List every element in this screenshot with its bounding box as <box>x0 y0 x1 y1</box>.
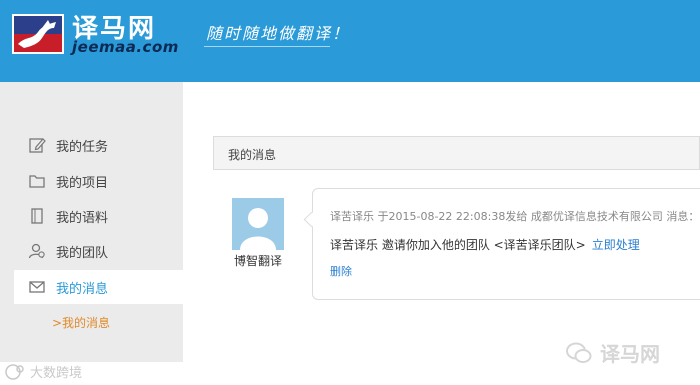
watermark-right: 译马网 <box>566 338 660 367</box>
watermark-left: 大数跨境 <box>4 362 82 381</box>
logo-domain: jeemaa.com <box>72 38 179 56</box>
sidebar-item-messages[interactable]: 我的消息 <box>14 270 183 304</box>
slogan: 随时随地做翻译！ <box>206 24 351 43</box>
document-icon <box>31 208 43 224</box>
message-body: 译苦译乐 邀请你加入他的团队 <译苦译乐团队> 立即处理 <box>330 236 640 253</box>
process-now-link[interactable]: 立即处理 <box>592 238 640 252</box>
sidebar-subitem-messages[interactable]: >我的消息 <box>52 314 110 331</box>
sidebar-item-label: 我的项目 <box>56 175 109 191</box>
sidebar-item-label: 我的消息 <box>56 281 109 297</box>
slogan-underline <box>204 46 330 47</box>
mail-icon <box>29 281 45 293</box>
sidebar-item-corpus[interactable]: 我的语料 <box>14 199 183 233</box>
message-meta: 译苦译乐 于2015-08-22 22:08:38发给 成都优译信息技术有限公司… <box>330 210 700 223</box>
watermark-text: 译马网 <box>600 342 660 366</box>
message-text: 译苦译乐 邀请你加入他的团队 <译苦译乐团队> <box>330 238 586 252</box>
wechat-icon <box>566 342 592 363</box>
sidebar-item-tasks[interactable]: 我的任务 <box>14 128 183 162</box>
section-title: 我的消息 <box>228 148 277 162</box>
team-icon <box>28 243 45 259</box>
horse-logo-icon[interactable] <box>12 14 64 54</box>
header: 译马网 jeemaa.com 随时随地做翻译！ <box>0 0 700 82</box>
sidebar-item-label: 我的团队 <box>56 245 109 261</box>
sidebar-item-label: 我的语料 <box>56 210 109 226</box>
watermark-text: 大数跨境 <box>30 366 83 381</box>
sidebar-item-team[interactable]: 我的团队 <box>14 234 183 268</box>
user-icon <box>232 198 284 250</box>
edit-icon <box>29 138 46 153</box>
delete-link[interactable]: 删除 <box>330 263 352 279</box>
sender-name: 博智翻译 <box>233 254 282 268</box>
sidebar-item-projects[interactable]: 我的项目 <box>14 164 183 198</box>
folder-icon <box>29 175 45 188</box>
sidebar: 我的任务 我的项目 我的语料 我的团队 我的消息 >我的消息 <box>0 82 183 362</box>
avatar[interactable] <box>232 198 284 250</box>
sidebar-item-label: 我的任务 <box>56 139 109 155</box>
section-header: 我的消息 <box>213 136 700 170</box>
brand-icon <box>5 363 24 380</box>
